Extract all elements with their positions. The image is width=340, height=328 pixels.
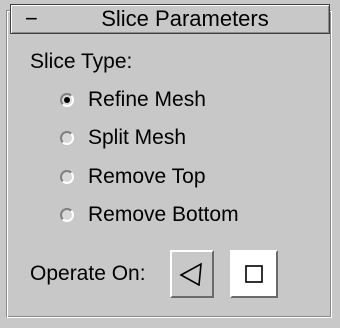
radio-button[interactable] [60, 170, 74, 184]
radio-remove-top[interactable]: Remove Top [60, 163, 206, 191]
collapse-icon[interactable]: − [25, 6, 38, 32]
radio-split-mesh[interactable]: Split Mesh [60, 124, 186, 152]
rollout-title: Slice Parameters [101, 6, 269, 31]
slice-type-label: Slice Type: [30, 50, 133, 73]
operate-on-polygons-button[interactable] [230, 250, 278, 298]
radio-label: Split Mesh [88, 126, 187, 149]
radio-refine-mesh[interactable]: Refine Mesh [60, 86, 206, 114]
radio-label: Refine Mesh [88, 88, 206, 111]
radio-label: Remove Top [88, 165, 206, 188]
radio-button-checked[interactable] [60, 93, 74, 107]
operate-on-faces-button[interactable] [170, 250, 214, 298]
rollout-header[interactable]: − Slice Parameters [10, 4, 330, 34]
radio-label: Remove Bottom [88, 203, 239, 226]
face-triangle-icon [179, 262, 202, 287]
polygon-square-icon [245, 265, 263, 283]
radio-button[interactable] [60, 131, 74, 145]
operate-on-label: Operate On: [30, 262, 146, 285]
radio-remove-bottom[interactable]: Remove Bottom [60, 201, 239, 229]
radio-button[interactable] [60, 208, 74, 222]
slice-parameters-rollout: − Slice Parameters Slice Type: Refine Me… [0, 0, 340, 328]
